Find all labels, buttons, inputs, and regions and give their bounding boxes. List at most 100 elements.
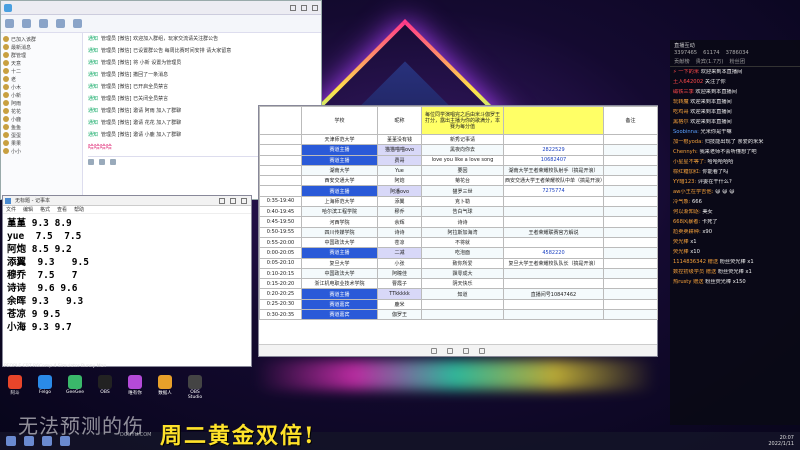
table-cell[interactable]: 鹿米: [377, 298, 422, 311]
table-cell[interactable]: [421, 298, 504, 311]
menu-item[interactable]: 编辑: [23, 206, 33, 213]
live-username[interactable]: 热rusty 赠送: [673, 279, 703, 285]
table-cell[interactable]: 0:40-19:45: [259, 206, 302, 218]
member-item[interactable]: 十二: [3, 67, 80, 75]
table-cell[interactable]: 7275774: [503, 185, 604, 197]
table-cell[interactable]: 赛道主播: [301, 185, 378, 197]
member-item[interactable]: 花花: [3, 107, 80, 115]
table-cell[interactable]: Yue: [377, 164, 422, 177]
table-cell[interactable]: [503, 309, 604, 321]
table-cell[interactable]: 致你所爱: [421, 257, 504, 269]
table-cell[interactable]: [603, 144, 658, 156]
table-cell[interactable]: 湖南大学王者荣耀校队射手（搞是开浪）: [503, 164, 604, 177]
live-username[interactable]: 玩转魔: [673, 99, 689, 105]
table-cell[interactable]: 不将就: [421, 236, 504, 249]
menu-item[interactable]: 文件: [6, 206, 16, 213]
table-cell[interactable]: 赛道嘉宾: [301, 309, 378, 321]
table-cell[interactable]: 湖南大学: [301, 164, 378, 177]
table-cell[interactable]: 天津师范大学: [301, 133, 378, 146]
table-cell[interactable]: 0:35-19:40: [259, 195, 302, 208]
table-cell[interactable]: [421, 309, 504, 321]
member-item[interactable]: 小鹿: [3, 115, 80, 123]
close-icon[interactable]: [241, 198, 247, 204]
member-item[interactable]: 蛋蛋: [3, 131, 80, 139]
member-item[interactable]: 小小: [3, 147, 80, 155]
table-cell[interactable]: [603, 154, 658, 166]
minimize-icon[interactable]: [219, 198, 225, 204]
table-cell[interactable]: [503, 195, 604, 208]
live-username[interactable]: 黑格尔: [673, 119, 689, 125]
notepad-window[interactable]: 无标题 - 记事本 文件 编辑 格式 查看 帮助 堇堇 9.3 8.9 yue 7.5 7…: [2, 195, 252, 367]
table-cell[interactable]: 0:05-20:10: [259, 257, 302, 269]
notepad-text[interactable]: 堇堇 9.3 8.9 yue 7.5 7.5 阿炮 8.5 9.2 添翼 9.3 9.…: [3, 214, 251, 337]
table-cell[interactable]: 王者荣耀联赛官方解说: [503, 226, 604, 238]
desktop-shortcut[interactable]: Felgo: [34, 375, 56, 400]
image-icon[interactable]: [99, 158, 105, 165]
desktop-shortcut[interactable]: 数据人: [154, 375, 176, 400]
member-item[interactable]: 天意: [3, 59, 80, 67]
table-cell[interactable]: 猫猫喵喵ovo: [377, 144, 422, 156]
desktop-shortcut[interactable]: GeeGee: [64, 375, 86, 400]
table-cell[interactable]: [603, 216, 658, 228]
fullscreen-icon[interactable]: [479, 347, 485, 354]
live-username[interactable]: 棕红糖加红:: [673, 169, 701, 175]
table-cell[interactable]: 添翼: [377, 195, 422, 208]
scissors-icon[interactable]: [110, 158, 116, 165]
table-cell[interactable]: [603, 185, 658, 197]
table-cell[interactable]: 0:25-20:30: [259, 298, 302, 311]
table-cell[interactable]: 小张: [377, 257, 422, 269]
table-cell[interactable]: [503, 206, 604, 218]
maximize-icon[interactable]: [230, 198, 236, 204]
member-item[interactable]: 最新消息: [3, 43, 80, 51]
table-cell[interactable]: 四川传媒学院: [301, 226, 378, 238]
table-cell[interactable]: 诗诗: [421, 216, 504, 228]
table-cell[interactable]: [603, 247, 658, 259]
table-cell[interactable]: [603, 309, 658, 321]
table-cell[interactable]: 4582220: [503, 247, 604, 259]
table-cell[interactable]: love you like a love song: [421, 154, 504, 166]
desktop-shortcut[interactable]: 唯有你: [124, 375, 146, 400]
menu-item[interactable]: 格式: [40, 206, 50, 213]
table-cell[interactable]: 哈尔滨工程学院: [301, 206, 378, 218]
table-cell[interactable]: 猫罗三世: [421, 185, 504, 197]
table-cell[interactable]: [503, 298, 604, 311]
member-item[interactable]: 老: [3, 75, 80, 83]
live-username[interactable]: ⚡ 一下的米: [673, 69, 699, 75]
tab-contribution[interactable]: 贡献榜: [674, 58, 690, 66]
table-cell[interactable]: [503, 236, 604, 249]
desktop-shortcut[interactable]: 阿斗: [4, 375, 26, 400]
table-cell[interactable]: 阴天快乐: [421, 278, 504, 290]
table-cell[interactable]: 阿拉斯加海湾: [421, 226, 504, 238]
table-cell[interactable]: 0:20-20:25: [259, 288, 302, 300]
table-cell[interactable]: [603, 206, 658, 218]
table-cell[interactable]: 0:30-20:35: [259, 309, 302, 321]
table-cell[interactable]: 河西学院: [301, 216, 378, 228]
start-icon[interactable]: [6, 436, 16, 446]
table-cell[interactable]: 赛道主播: [301, 144, 378, 156]
live-username[interactable]: aw小王在学吉他:: [673, 189, 713, 195]
table-cell[interactable]: [603, 175, 658, 187]
table-cell[interactable]: 要因: [421, 164, 504, 177]
desktop-shortcut[interactable]: OBS: [94, 375, 116, 400]
member-item[interactable]: 小木: [3, 83, 80, 91]
table-cell[interactable]: 诗诗: [377, 226, 422, 238]
desktop-shortcut[interactable]: OBS Studio: [184, 375, 206, 400]
live-username[interactable]: 尬卖卖耕种:: [673, 229, 701, 235]
table-cell[interactable]: 阿瞳佳: [377, 267, 422, 280]
table-cell[interactable]: 伽罗王: [377, 309, 422, 321]
live-username[interactable]: 吃鸡哥: [673, 109, 689, 115]
member-item[interactable]: 果果: [3, 139, 80, 147]
table-cell[interactable]: 余辉: [377, 216, 422, 228]
maximize-icon[interactable]: [301, 4, 307, 11]
table-cell[interactable]: [259, 164, 302, 177]
live-username[interactable]: 1114836342 赠送: [673, 259, 718, 265]
home-icon[interactable]: [5, 19, 14, 28]
table-cell[interactable]: 浙江机电职业技术学院: [301, 278, 378, 290]
emoji-icon[interactable]: [88, 158, 94, 165]
zoom-in-icon[interactable]: [463, 347, 469, 354]
table-cell[interactable]: 阿炮: [377, 175, 422, 187]
table-cell[interactable]: 西安交通大学王者荣耀校队中单（搞是开浪）: [503, 175, 604, 187]
table-cell[interactable]: [603, 133, 658, 146]
table-cell[interactable]: 中国政法大学: [301, 236, 378, 249]
group-icon[interactable]: [39, 19, 48, 28]
